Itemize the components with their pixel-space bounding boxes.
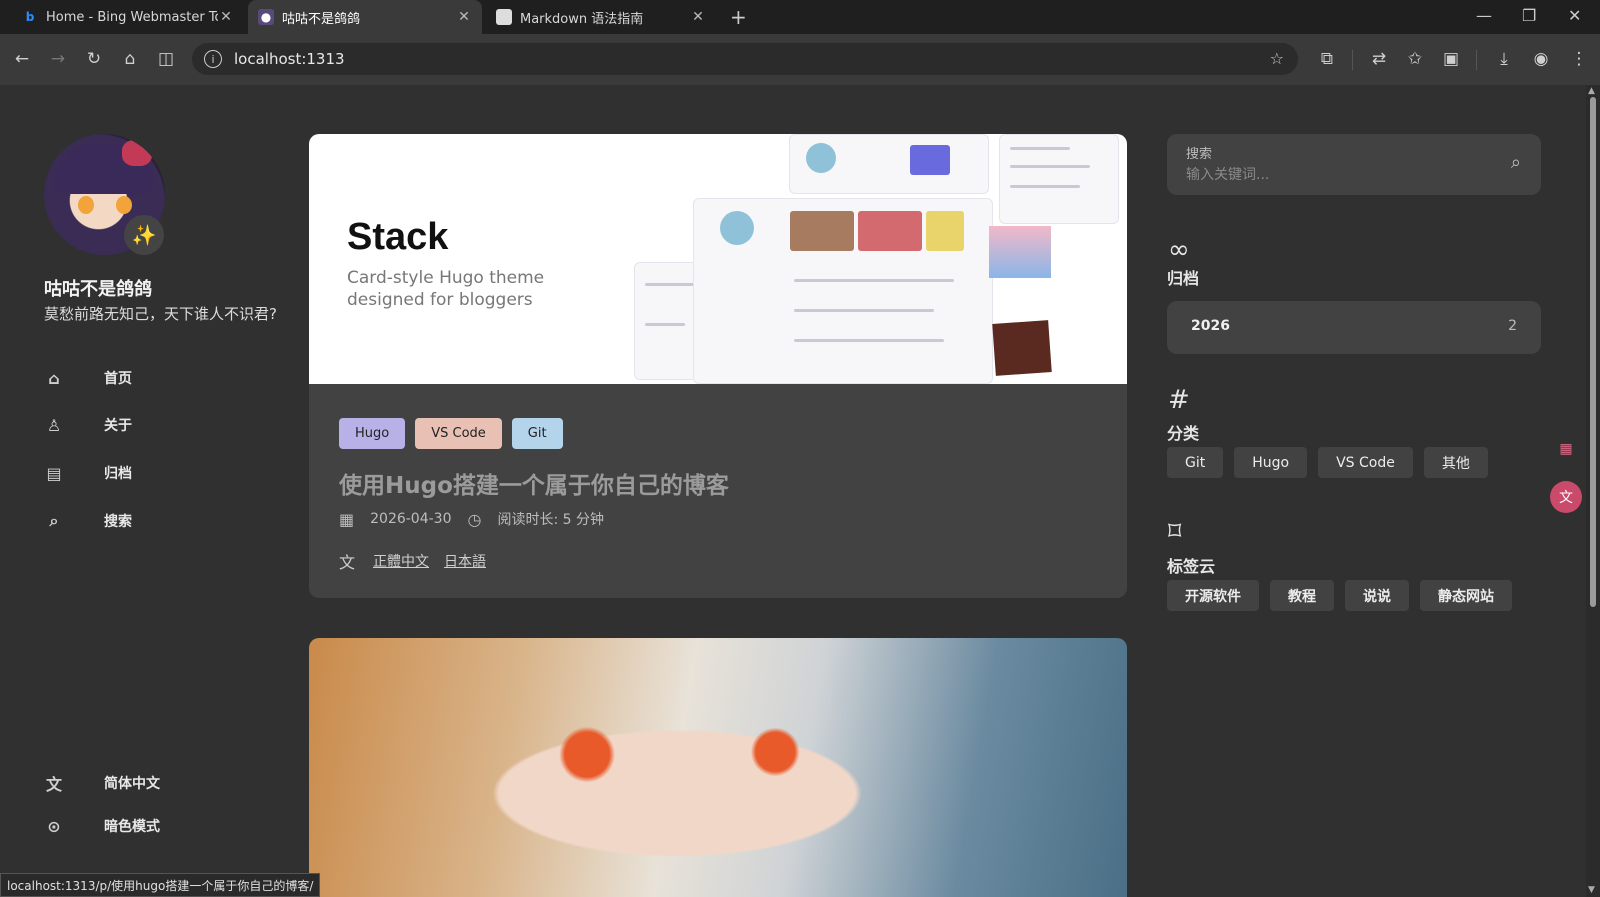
tag-cloud: 开源软件 教程 说说 静态网站 — [1167, 580, 1512, 611]
article-meta: ▦ 2026-04-30 ◷ 阅读时长: 5 分钟 — [339, 509, 604, 529]
article-title[interactable]: 使用Hugo搭建一个属于你自己的博客 — [339, 466, 729, 500]
reading-time: 阅读时长: 5 分钟 — [497, 512, 604, 528]
calendar-icon: ▦ — [339, 509, 355, 529]
search-icon: ⌕ — [49, 511, 59, 530]
maximize-icon[interactable]: ❐ — [1522, 6, 1536, 25]
menu-item-archive[interactable]: ▤ 归档 — [44, 463, 132, 483]
mockup-image — [992, 320, 1052, 376]
mockup-image — [989, 226, 1051, 278]
tag-static-site[interactable]: 静态网站 — [1420, 580, 1512, 611]
address-bar[interactable]: i localhost:1313 ☆ — [192, 43, 1298, 75]
search-input[interactable]: 输入关键词... — [1186, 164, 1269, 184]
translation-ja[interactable]: 日本語 — [444, 551, 486, 571]
bookmark-star-icon[interactable]: ☆ — [1270, 49, 1284, 68]
avatar-emoji-badge: ✨ — [124, 215, 164, 255]
browser-toolbar: ← → ↻ ⌂ ◫ i localhost:1313 ☆ ⧉ ⇄ ✩ ▣ ⤓ ◉… — [0, 34, 1600, 85]
new-tab-button[interactable]: + — [730, 5, 747, 29]
page-scrollbar[interactable]: ▲ ▼ — [1586, 85, 1600, 897]
article-cover-image[interactable]: Stack Card-style Hugo theme designed for… — [309, 134, 1127, 384]
category-hugo[interactable]: Hugo — [1234, 447, 1308, 478]
infinity-icon: ∞ — [1168, 235, 1190, 265]
tab-bing-webmaster[interactable]: b Home - Bing Webmaster Too ✕ — [12, 0, 244, 34]
page-icon — [496, 9, 512, 25]
profile-icon[interactable]: ◉ — [1530, 49, 1552, 69]
archive-icon: ▤ — [46, 463, 62, 483]
archive-widget-title: 归档 — [1167, 269, 1200, 288]
translate-float-icon[interactable]: 文 — [1550, 481, 1582, 513]
tag-tutorial[interactable]: 教程 — [1270, 580, 1334, 611]
clock-icon: ◷ — [467, 509, 482, 529]
menu-item-home[interactable]: ⌂ 首页 — [44, 368, 132, 388]
mockup-panel — [999, 134, 1119, 224]
close-tab-icon[interactable]: ✕ — [218, 9, 234, 25]
site-avatar-icon: ● — [258, 9, 274, 25]
article-cover-image-2[interactable] — [309, 638, 1127, 897]
tag-hugo[interactable]: Hugo — [339, 418, 406, 449]
apps-icon[interactable]: ▦ — [1550, 433, 1582, 465]
article-translations: 文 正體中文 日本語 — [339, 549, 501, 573]
language-switcher[interactable]: 文 简体中文 — [44, 771, 160, 795]
site-description: 莫愁前路无知己，天下谁人不识君? — [44, 305, 277, 323]
search-label: 搜索 — [1186, 147, 1213, 162]
minimize-icon[interactable]: — — [1476, 6, 1492, 25]
hero-subtitle: Card-style Hugo theme designed for blogg… — [347, 268, 545, 310]
home-icon[interactable]: ⌂ — [119, 49, 141, 69]
category-vscode[interactable]: VS Code — [1318, 447, 1413, 478]
tag-git[interactable]: Git — [511, 418, 563, 449]
tag-vscode[interactable]: VS Code — [415, 418, 502, 449]
home-icon: ⌂ — [48, 368, 60, 388]
dark-mode-toggle[interactable]: ⊙ 暗色模式 — [44, 816, 160, 836]
user-icon: ♙ — [46, 415, 62, 435]
category-list: Git Hugo VS Code 其他 — [1167, 447, 1488, 478]
category-other[interactable]: 其他 — [1423, 447, 1488, 478]
toggle-icon: ⊙ — [47, 816, 61, 836]
article-date: 2026-04-30 — [370, 511, 452, 527]
language-icon: 文 — [339, 553, 356, 572]
favorites-icon[interactable]: ✩ — [1404, 49, 1426, 69]
translation-zh-tw[interactable]: 正體中文 — [373, 551, 429, 571]
search-icon[interactable]: ⌕ — [1511, 152, 1521, 173]
scrollbar-thumb[interactable] — [1590, 97, 1596, 607]
close-window-icon[interactable]: ✕ — [1568, 6, 1581, 25]
extensions-icon[interactable]: ⧉ — [1316, 49, 1338, 69]
archive-count: 2 — [1508, 318, 1517, 334]
reload-icon[interactable]: ↻ — [83, 49, 105, 69]
tab-strip: b Home - Bing Webmaster Too ✕ ● 咕咕不是鸽鸽 ✕… — [0, 0, 1600, 34]
bing-icon: b — [25, 10, 35, 24]
tab-blog-home[interactable]: ● 咕咕不是鸽鸽 ✕ — [248, 0, 482, 34]
categories-widget-title: 分类 — [1167, 424, 1200, 443]
status-bar-url: localhost:1313/p/使用hugo搭建一个属于你自己的博客/ — [0, 873, 321, 897]
more-menu-icon[interactable]: ⋮ — [1568, 49, 1590, 69]
tag-icon: ⌑ — [1168, 517, 1182, 547]
page-content: ✨ 咕咕不是鸽鸽 莫愁前路无知己，天下谁人不识君? ⌂ 首页 ♙ 关于 ▤ 归档… — [0, 85, 1586, 897]
forward-icon[interactable]: → — [47, 49, 69, 69]
mockup-panel — [693, 198, 993, 384]
back-icon[interactable]: ← — [11, 49, 33, 69]
hashtag-icon: # — [1168, 385, 1190, 415]
menu-item-about[interactable]: ♙ 关于 — [44, 415, 132, 435]
site-name[interactable]: 咕咕不是鸽鸽 — [44, 275, 152, 301]
category-git[interactable]: Git — [1167, 447, 1224, 478]
url-text: localhost:1313 — [234, 50, 345, 68]
language-icon: 文 — [45, 775, 62, 794]
close-tab-icon[interactable]: ✕ — [690, 9, 706, 25]
collections-icon[interactable]: ▣ — [1440, 49, 1462, 69]
tag-cloud-title: 标签云 — [1167, 557, 1216, 576]
translate-icon[interactable]: ⇄ — [1368, 49, 1390, 69]
close-tab-icon[interactable]: ✕ — [456, 9, 472, 25]
tag-open-source[interactable]: 开源软件 — [1167, 580, 1259, 611]
tag-list: Hugo VS Code Git — [339, 418, 563, 449]
menu-item-search[interactable]: ⌕ 搜索 — [44, 511, 132, 531]
download-icon[interactable]: ⤓ — [1493, 49, 1515, 69]
mockup-panel — [789, 134, 989, 194]
site-info-icon[interactable]: i — [204, 50, 222, 68]
hero-title: Stack — [347, 216, 449, 258]
archive-year-item[interactable]: 2026 2 — [1167, 301, 1541, 354]
tab-markdown-guide[interactable]: Markdown 语法指南 ✕ — [486, 0, 716, 34]
tag-talk[interactable]: 说说 — [1345, 580, 1409, 611]
article-card: Stack Card-style Hugo theme designed for… — [309, 134, 1127, 598]
split-screen-icon[interactable]: ◫ — [155, 49, 177, 69]
search-widget[interactable]: 搜索 输入关键词... ⌕ — [1167, 134, 1541, 195]
